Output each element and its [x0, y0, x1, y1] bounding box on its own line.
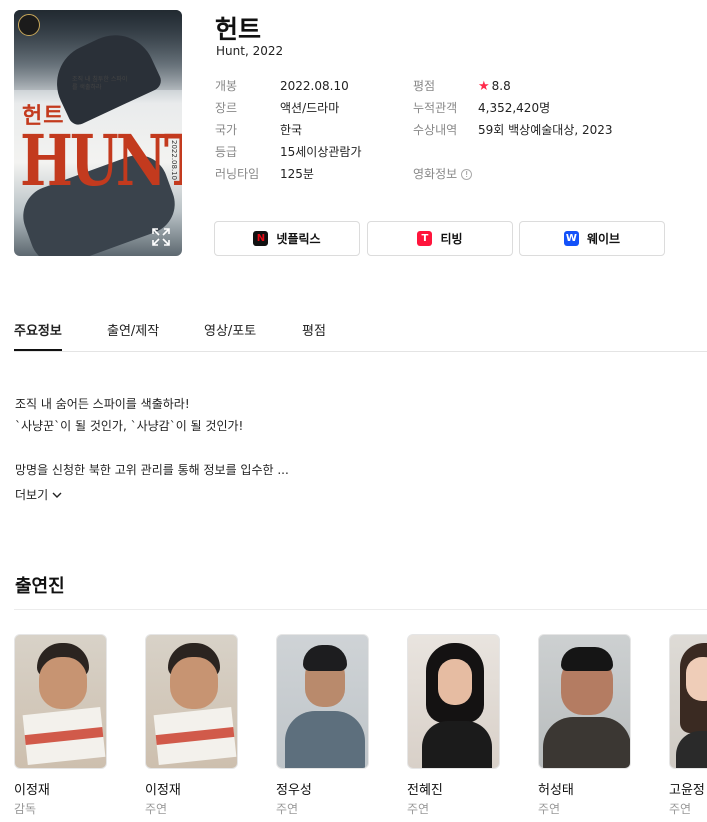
cast-role: 주연 — [145, 802, 168, 816]
info-row-score: 평점 ★ 8.8 — [413, 75, 613, 97]
cast-section-title: 출연진 — [15, 576, 65, 597]
tab-main-info[interactable]: 주요정보 — [14, 320, 62, 351]
movieinfo-label[interactable]: 영화정보! — [413, 163, 478, 185]
movieinfo-text: 영화정보 — [413, 167, 458, 181]
cast-role: 주연 — [538, 802, 561, 816]
cast-name: 정우성 — [276, 783, 312, 798]
ott-label: 넷플릭스 — [276, 232, 321, 246]
info-label: 누적관객 — [413, 101, 458, 115]
cast-name: 전혜진 — [407, 783, 443, 798]
more-button[interactable]: 더보기 — [15, 486, 62, 503]
info-row-release: 개봉 2022.08.10 — [215, 75, 362, 97]
tab-video-photo[interactable]: 영상/포토 — [204, 320, 256, 351]
info-row-country: 국가 한국 — [215, 119, 362, 141]
more-label: 더보기 — [15, 488, 49, 502]
ott-label: 웨이브 — [586, 232, 621, 246]
movie-info-right: 평점 ★ 8.8 누적관객 4,352,420명 수상내역 59회 백상예술대상,… — [413, 75, 613, 185]
info-row-genre: 장르 액션/드라마 — [215, 97, 362, 119]
info-value: 한국 — [280, 123, 303, 137]
cast-card[interactable]: 정우성 주연 — [276, 634, 370, 817]
cast-photo — [14, 634, 107, 769]
cast-card[interactable]: 고윤정 주연 — [669, 634, 707, 817]
cast-photo — [407, 634, 500, 769]
info-value: 15세이상관람가 — [280, 145, 362, 159]
tab-cast-crew[interactable]: 출연/제작 — [107, 320, 159, 351]
movie-poster[interactable]: 조직 내 침투한 스파이를 색출하라 헌트 HUNT 2022.08.10 — [14, 10, 182, 256]
info-row-runtime: 러닝타임 125분 — [215, 163, 362, 185]
info-label: 국가 — [215, 123, 238, 137]
cast-name: 허성태 — [538, 783, 574, 798]
info-label: 장르 — [215, 101, 238, 115]
expand-icon[interactable] — [150, 226, 172, 248]
ott-label: 티빙 — [440, 232, 463, 246]
movie-subtitle: Hunt, 2022 — [216, 44, 284, 58]
cast-card[interactable]: 전혜진 주연 — [407, 634, 501, 817]
netflix-button[interactable]: N 넷플릭스 — [214, 221, 360, 256]
cast-role: 주연 — [407, 802, 430, 816]
cast-name: 이정재 — [14, 783, 50, 798]
info-label: 수상내역 — [413, 123, 458, 137]
synopsis: 조직 내 숨어든 스파이를 색출하라! `사냥꾼`이 될 것인가, `사냥감`이… — [15, 393, 675, 481]
info-row-movieinfo: 영화정보! — [413, 163, 613, 185]
tab-bar: 주요정보 출연/제작 영상/포토 평점 — [14, 318, 707, 352]
info-label: 등급 — [215, 145, 238, 159]
info-icon[interactable]: ! — [461, 169, 473, 180]
info-row-blank — [413, 141, 613, 163]
tving-logo-icon: T — [417, 231, 433, 246]
award-link[interactable]: 59회 백상예술대상, 2023 — [478, 119, 613, 141]
info-label: 개봉 — [215, 79, 238, 93]
cast-photo — [669, 634, 707, 769]
synopsis-line: 망명을 신청한 북한 고위 관리를 통해 정보를 입수한 ... — [15, 463, 289, 477]
tab-reviews[interactable]: 평점 — [302, 320, 326, 351]
cast-role: 감독 — [14, 802, 37, 816]
poster-date: 2022.08.10 — [170, 140, 178, 181]
festival-laurel-icon — [18, 14, 40, 36]
movie-info-left: 개봉 2022.08.10 장르 액션/드라마 국가 한국 등급 15세이상관람… — [215, 75, 362, 185]
poster-tagline: 조직 내 침투한 스파이를 색출하라 — [72, 76, 128, 92]
info-value: 액션/드라마 — [280, 101, 340, 115]
cast-photo — [538, 634, 631, 769]
cast-role: 주연 — [669, 802, 692, 816]
cast-photo — [145, 634, 238, 769]
score-value: 8.8 — [491, 79, 511, 93]
info-value: 4,352,420명 — [478, 101, 551, 115]
tving-button[interactable]: T 티빙 — [367, 221, 513, 256]
info-row-rating-class: 등급 15세이상관람가 — [215, 141, 362, 163]
synopsis-spacer — [15, 437, 675, 459]
star-icon: ★ — [478, 79, 490, 94]
wavve-logo-icon: W — [563, 231, 579, 246]
divider — [14, 609, 707, 610]
synopsis-line: `사냥꾼`이 될 것인가, `사냥감`이 될 것인가! — [15, 419, 244, 433]
info-row-awards: 수상내역 59회 백상예술대상, 2023 — [413, 119, 613, 141]
info-label: 러닝타임 — [215, 167, 260, 181]
cast-name: 고윤정 — [669, 783, 705, 798]
netflix-logo-icon: N — [253, 231, 269, 246]
cast-card[interactable]: 이정재 주연 — [145, 634, 239, 817]
info-row-audience: 누적관객 4,352,420명 — [413, 97, 613, 119]
synopsis-line: 조직 내 숨어든 스파이를 색출하라! — [15, 397, 190, 411]
cast-role: 주연 — [276, 802, 299, 816]
cast-card[interactable]: 허성태 주연 — [538, 634, 632, 817]
poster-title-en: HUNT — [20, 120, 182, 203]
cast-name: 이정재 — [145, 783, 181, 798]
chevron-down-icon — [52, 492, 62, 498]
movie-title: 헌트 — [215, 15, 262, 44]
info-value: ★ 8.8 — [478, 75, 511, 97]
wavve-button[interactable]: W 웨이브 — [519, 221, 665, 256]
cast-photo — [276, 634, 369, 769]
info-value: 125분 — [280, 167, 314, 181]
cast-card[interactable]: 이정재 감독 — [14, 634, 108, 817]
info-value: 2022.08.10 — [280, 79, 349, 93]
info-label: 평점 — [413, 79, 436, 93]
